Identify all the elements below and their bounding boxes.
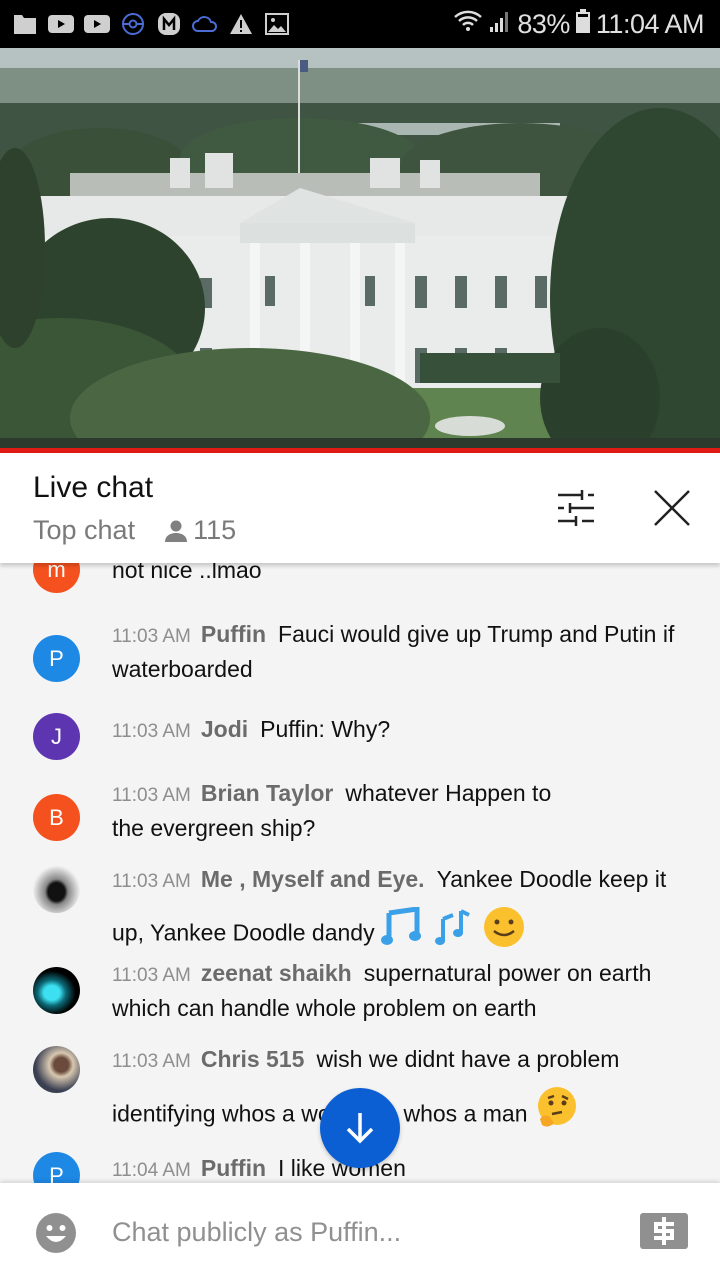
scroll-to-bottom-button[interactable] [320,1088,400,1168]
message-timestamp: 11:03 AM [112,871,191,892]
signal-icon [489,9,511,40]
avatar[interactable]: P [33,635,80,682]
slightly-smiling-face-emoji [482,905,526,964]
message-author[interactable]: zeenat shaikh [201,960,352,986]
emoji-button[interactable] [36,1213,76,1253]
m-app-icon [156,12,182,36]
wifi-icon [453,8,483,41]
message-body: 11:04 AM Puffin I like women [112,1152,697,1183]
notification-icons [0,12,290,36]
message-text: Puffin: Why? [260,716,391,742]
message-body: 11:03 AM zeenat shaikh supernatural power … [112,957,697,1024]
message-timestamp: 11:04 AM [112,1160,191,1181]
dollar-icon [654,1217,674,1245]
message-timestamp: 11:03 AM [112,721,191,742]
message-author[interactable]: Chris 515 [201,1046,305,1072]
message-timestamp: 11:03 AM [112,1051,191,1072]
message-author[interactable]: Puffin [201,1155,266,1181]
chat-mode-selector[interactable]: Top chat 115 [33,515,236,546]
message-author[interactable]: Brian Taylor [201,780,334,806]
youtube-icon [84,12,110,36]
avatar[interactable] [33,1046,80,1093]
avatar[interactable]: P [33,1152,80,1183]
message-body: 11:03 AM Puffin Fauci would give up Trump … [112,618,697,685]
person-icon [165,520,188,542]
youtube-icon [48,12,74,36]
arrow-down-icon [346,1113,374,1144]
message-timestamp: 11:03 AM [112,965,191,986]
system-indicators: 83% 11:04 AM [453,8,720,41]
tune-icon [558,490,594,526]
close-button[interactable] [647,483,697,533]
chat-input-bar [0,1183,720,1280]
image-icon [264,12,290,36]
chat-mode-label: Top chat [33,515,136,545]
message-author[interactable]: Jodi [201,716,248,742]
viewer-count: 115 [163,515,236,546]
chat-title: Live chat [33,471,154,504]
avatar[interactable] [33,866,80,913]
battery-percent: 83% [517,8,570,39]
message-timestamp: 11:03 AM [112,626,191,647]
musical-notes-emoji [431,907,475,962]
super-chat-button[interactable] [640,1213,688,1249]
message-timestamp: 11:03 AM [112,785,191,806]
video-player[interactable] [0,48,720,450]
avatar[interactable] [33,967,80,1014]
message-body: 11:03 AM Jodi Puffin: Why? [112,713,697,748]
message-author[interactable]: Puffin [201,621,266,647]
filter-button[interactable] [551,483,601,533]
warning-icon [228,12,254,36]
message-body: 11:03 AM Me , Myself and Eye. Yankee Doodl… [112,856,697,964]
clock: 11:04 AM [595,8,705,39]
viewer-count-value: 115 [193,515,237,545]
close-icon [654,490,690,526]
status-bar: 83% 11:04 AM [0,0,720,48]
avatar[interactable]: J [33,713,80,760]
musical-note-emoji [380,906,425,962]
message-text: supernatural power on earth which can ha… [112,960,652,1021]
emoji-icon [36,1213,76,1253]
cloud-icon [192,12,218,36]
pokeball-icon [120,12,146,36]
message-text: not nice ..lmao [112,560,262,583]
message-body: 11:03 AM Brian Taylor whatever Happen to t… [112,777,582,844]
folder-icon [12,12,38,36]
video-frame [0,48,720,450]
chat-header: Live chat Top chat 115 [0,453,720,563]
message-author[interactable]: Me , Myself and Eye. [201,866,425,892]
avatar[interactable]: m [33,560,80,593]
battery-icon [575,8,590,40]
avatar[interactable]: B [33,794,80,841]
thinking-face-emoji [534,1085,580,1146]
message-text: Fauci would give up Trump and Putin if w… [112,621,675,682]
chat-message-input[interactable] [112,1209,612,1255]
